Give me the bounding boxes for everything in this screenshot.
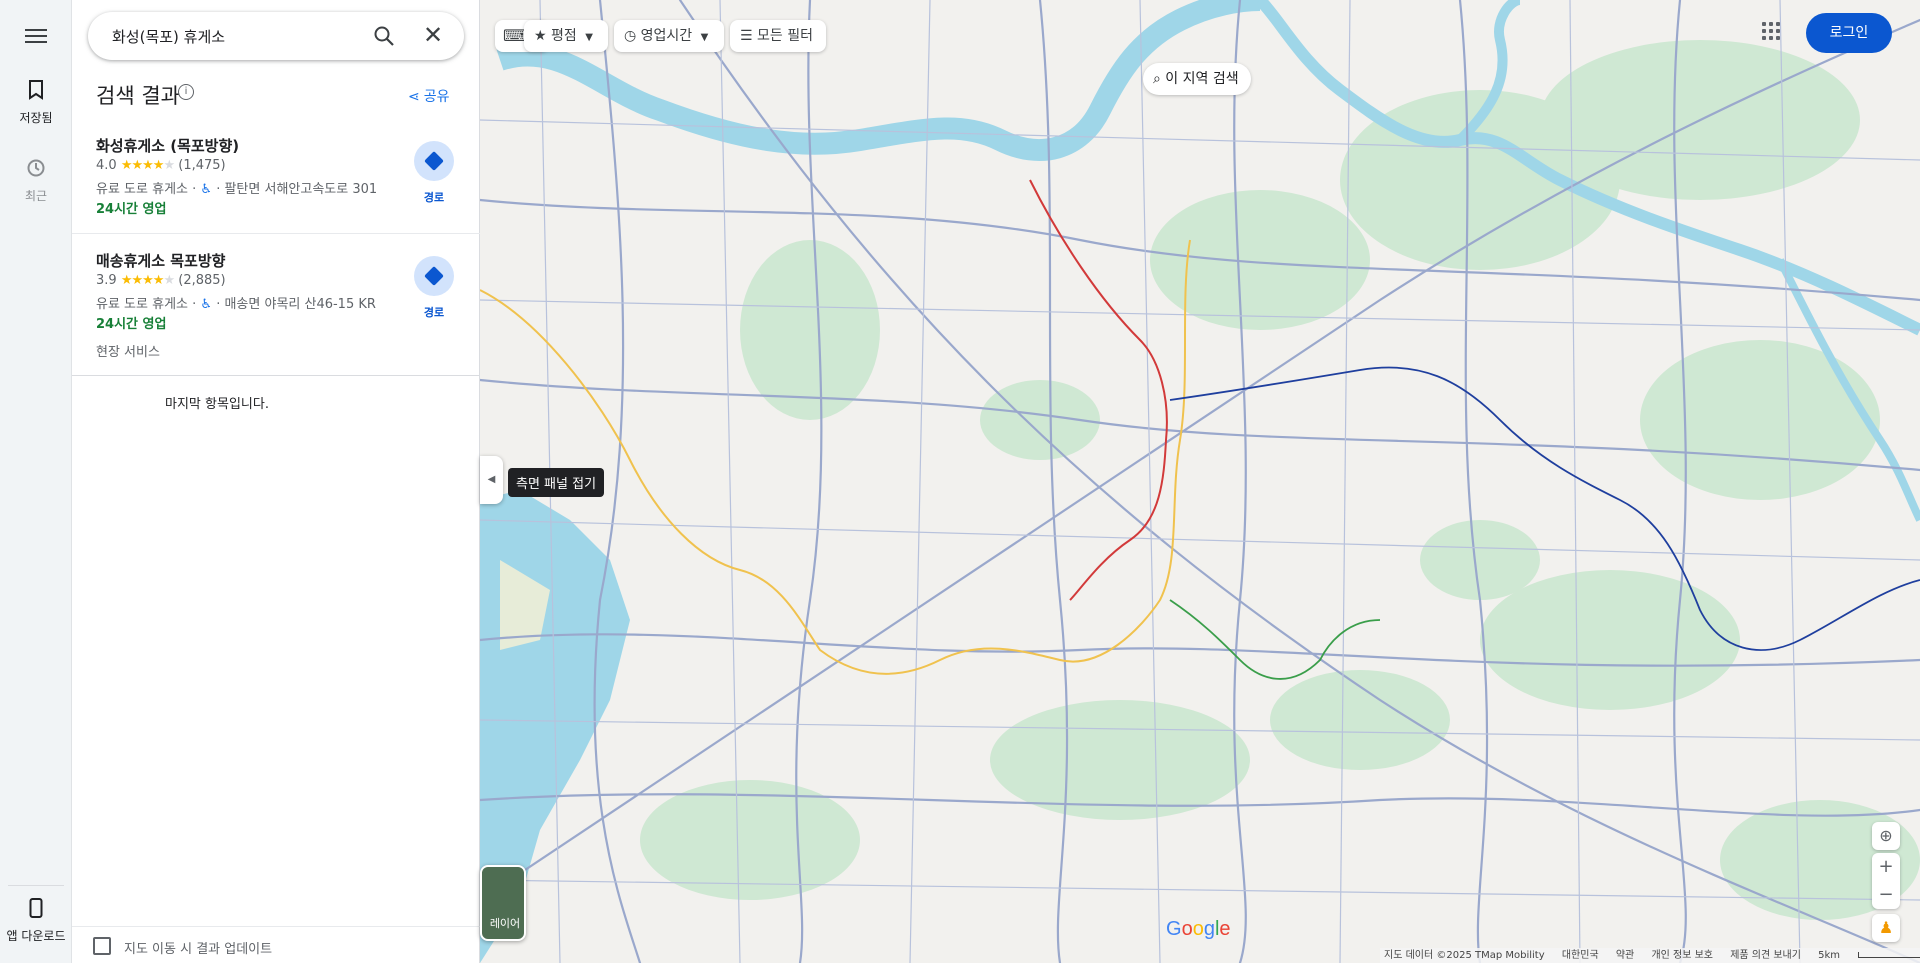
review-count: (1,475) [178, 158, 226, 173]
open-hours: 24시간 영업 [96, 317, 167, 332]
zoom-controls: + − [1872, 853, 1900, 909]
rail-saved-label: 저장됨 [19, 111, 53, 125]
zoom-in-button[interactable]: + [1872, 853, 1900, 881]
close-icon[interactable]: ✕ [423, 23, 443, 47]
directions-icon [414, 256, 454, 296]
google-logo: Google [1166, 918, 1231, 940]
login-button[interactable]: 로그인 [1806, 13, 1892, 53]
bookmark-icon [0, 80, 72, 104]
my-location-button[interactable]: ⊕ [1872, 822, 1900, 850]
rail-saved-button[interactable]: 저장됨 [0, 80, 72, 126]
stars-icon: ★★★★★ [120, 273, 175, 288]
attribution-privacy[interactable]: 개인 정보 보호 [1651, 950, 1713, 961]
directions-button[interactable]: 경로 [414, 256, 454, 320]
place-name[interactable]: 매송휴게소 목포방향 [96, 250, 225, 271]
sliders-icon: ☰ [740, 28, 753, 44]
place-meta: 유료 도로 휴게소 · ♿ · 팔탄면 서해안고속도로 301 [96, 182, 378, 197]
search-this-area-label: 이 지역 검색 [1165, 71, 1239, 87]
panel-footer-divider [72, 926, 480, 927]
menu-icon[interactable] [21, 25, 51, 47]
open-hours: 24시간 영업 [96, 202, 167, 217]
directions-label: 경로 [423, 306, 445, 319]
scale-bar [1858, 952, 1920, 958]
share-label: 공유 [423, 89, 450, 105]
attribution-terms[interactable]: 약관 [1616, 950, 1634, 961]
search-box[interactable]: 화성(목포) 휴게소 ✕ [88, 12, 464, 60]
info-icon[interactable]: i [178, 84, 194, 100]
place-name[interactable]: 화성휴게소 (목포방향) [96, 135, 239, 156]
hours-filter-label: 영업시간 [640, 28, 693, 44]
keyboard-icon: ⌨ [503, 26, 527, 45]
stars-icon: ★★★★★ [120, 158, 175, 173]
accessible-icon: ♿ [200, 297, 213, 312]
crosshair-icon: ⊕ [1879, 826, 1893, 845]
rail-download-button[interactable]: 앱 다운로드 [0, 898, 72, 944]
search-input[interactable]: 화성(목포) 휴게소 [112, 26, 225, 47]
directions-icon [414, 141, 454, 181]
rail-divider [8, 885, 64, 886]
rating-value: 4.0 [96, 158, 117, 173]
review-count: (2,885) [178, 273, 226, 288]
rating-value: 3.9 [96, 273, 117, 288]
attribution-data: 지도 데이터 ©2025 TMap Mobility [1384, 950, 1545, 961]
history-icon [0, 158, 72, 182]
map-attribution: 지도 데이터 ©2025 TMap Mobility 대한민국 약관 개인 정보… [1380, 948, 1920, 963]
rail-recent-label: 최근 [24, 189, 48, 203]
update-on-move-checkbox[interactable] [93, 937, 111, 955]
rating-filter-label: 평점 [551, 28, 577, 44]
zoom-out-button[interactable]: − [1872, 881, 1900, 909]
place-address: 매송면 야목리 산46-15 KR [224, 297, 376, 312]
directions-button[interactable]: 경로 [414, 141, 454, 205]
results-panel: 화성(목포) 휴게소 ✕ 검색 결과 i ⋖ 공유 화성휴게소 (목포방향) 4.… [72, 0, 480, 963]
scale-label[interactable]: 5km [1818, 950, 1840, 961]
clock-icon: ◷ [624, 28, 637, 44]
result-card[interactable]: 화성휴게소 (목포방향) 4.0 ★★★★★ (1,475) 유료 도로 휴게소… [72, 128, 480, 234]
service-tag: 현장 서비스 [96, 345, 160, 360]
share-icon: ⋖ [408, 89, 420, 105]
results-title: 검색 결과 [96, 84, 180, 108]
place-meta: 유료 도로 휴게소 · ♿ · 매송면 야목리 산46-15 KR [96, 297, 376, 312]
street-view-pegman-icon[interactable]: ♟ [1872, 914, 1900, 942]
caret-down-icon: ▼ [700, 32, 709, 43]
rating-filter-chip[interactable]: ★ 평점 ▼ [524, 20, 608, 52]
place-rating: 3.9 ★★★★★ (2,885) [96, 273, 226, 288]
map-canvas[interactable] [480, 0, 1920, 963]
accessible-icon: ♿ [200, 182, 213, 197]
place-address: 팔탄면 서해안고속도로 301 [224, 182, 378, 197]
pegman-icon: ♟ [1878, 918, 1894, 937]
layers-label: 레이어 [489, 917, 521, 930]
chevron-left-icon: ◀ [487, 474, 496, 485]
apps-grid-icon[interactable] [1762, 22, 1782, 42]
end-of-list-text: 마지막 항목입니다. [165, 397, 269, 412]
star-icon: ★ [534, 28, 547, 44]
rail-recent-button[interactable]: 최근 [0, 158, 72, 204]
place-category: 유료 도로 휴게소 [96, 297, 188, 312]
all-filters-label: 모든 필터 [757, 28, 813, 44]
share-button[interactable]: ⋖ 공유 [408, 86, 450, 106]
phone-icon [0, 898, 72, 922]
layers-button[interactable]: 레이어 [480, 865, 526, 941]
collapse-panel-button[interactable]: ◀ [480, 456, 503, 504]
place-category: 유료 도로 휴게소 [96, 182, 188, 197]
search-icon[interactable] [372, 24, 396, 48]
map-graphic [480, 0, 1920, 963]
collapse-tooltip: 측면 패널 접기 [508, 468, 605, 497]
place-rating: 4.0 ★★★★★ (1,475) [96, 158, 226, 173]
search-icon: ⌕ [1153, 71, 1161, 87]
result-card[interactable]: 매송휴게소 목포방향 3.9 ★★★★★ (2,885) 유료 도로 휴게소 ·… [72, 243, 480, 376]
directions-label: 경로 [423, 191, 445, 204]
update-on-move-label: 지도 이동 시 결과 업데이트 [124, 942, 273, 957]
attribution-country[interactable]: 대한민국 [1562, 950, 1599, 961]
all-filters-chip[interactable]: ☰ 모든 필터 [730, 20, 826, 52]
attribution-feedback[interactable]: 제품 의견 보내기 [1730, 950, 1801, 961]
caret-down-icon: ▼ [585, 32, 593, 43]
search-this-area-button[interactable]: ⌕ 이 지역 검색 [1143, 63, 1251, 95]
rail-download-label: 앱 다운로드 [6, 929, 66, 943]
hours-filter-chip[interactable]: ◷ 영업시간 ▼ [614, 20, 724, 52]
left-rail: 저장됨 최근 앱 다운로드 [0, 0, 72, 963]
